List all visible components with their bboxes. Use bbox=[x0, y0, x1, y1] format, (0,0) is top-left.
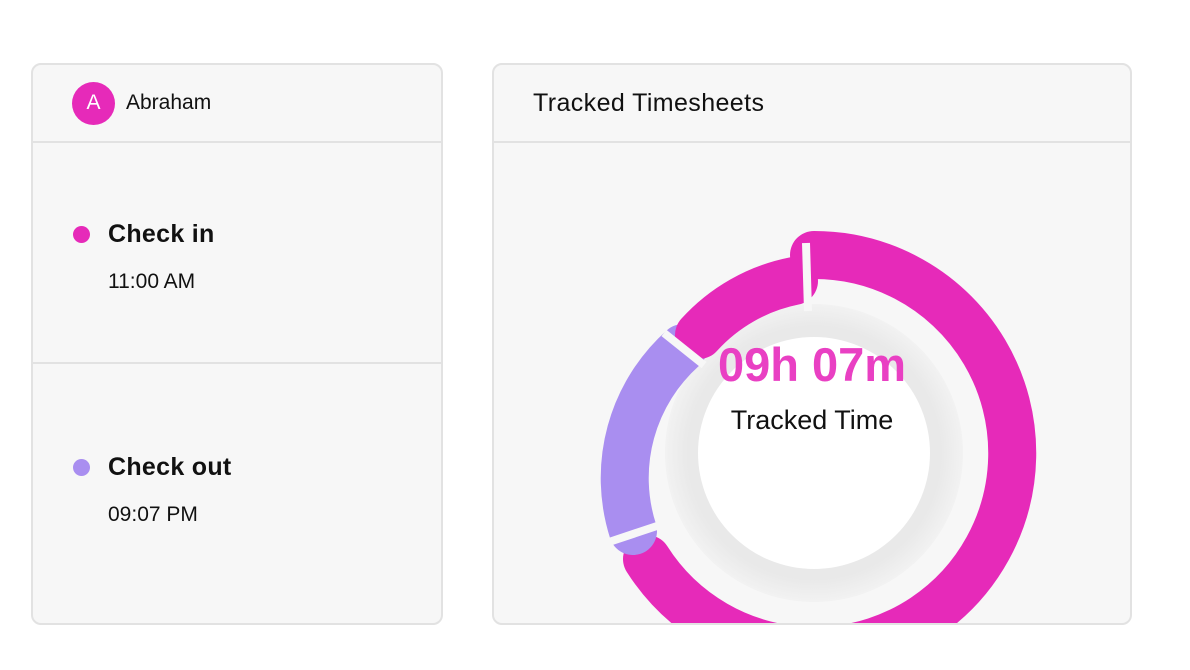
check-in-label: Check in bbox=[108, 220, 215, 248]
attendance-card: A Abraham Check in 11:00 AM Check out 09… bbox=[31, 63, 443, 625]
user-name: Abraham bbox=[126, 91, 212, 114]
check-out-dot-icon bbox=[73, 459, 90, 476]
tracked-time-value: 09h 07m bbox=[717, 338, 907, 391]
timesheet-card: Tracked Timesheets 09h 07m Tracked Time bbox=[492, 63, 1132, 625]
check-out-label: Check out bbox=[108, 453, 232, 481]
check-in-dot-icon bbox=[73, 226, 90, 243]
check-in-section: Check in 11:00 AM bbox=[33, 143, 441, 364]
check-out-time: 09:07 PM bbox=[108, 503, 198, 526]
check-out-section: Check out 09:07 PM bbox=[33, 364, 441, 585]
tracked-time-label: Tracked Time bbox=[730, 405, 894, 435]
timesheet-title: Tracked Timesheets bbox=[533, 88, 765, 117]
user-header: A Abraham bbox=[33, 65, 441, 143]
avatar[interactable]: A bbox=[72, 81, 115, 125]
timesheet-header: Tracked Timesheets bbox=[494, 65, 1130, 143]
check-in-time: 11:00 AM bbox=[108, 270, 196, 293]
